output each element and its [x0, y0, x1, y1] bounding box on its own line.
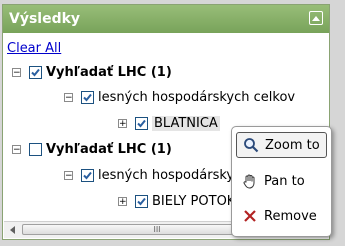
- pan-to-menu-item[interactable]: Pan to: [236, 168, 327, 194]
- checkbox-node-2-child[interactable]: [81, 168, 94, 182]
- clear-all-link[interactable]: Clear All: [7, 41, 61, 56]
- collapse-minus-icon[interactable]: −: [12, 144, 21, 154]
- remove-menu-item[interactable]: Remove: [236, 203, 327, 229]
- tree-leaf-2-label[interactable]: BIELY POTOK: [152, 194, 235, 209]
- scroll-left-icon[interactable]: [10, 226, 15, 234]
- remove-label: Remove: [264, 208, 317, 224]
- zoom-to-label: Zoom to: [265, 137, 320, 153]
- collapse-minus-icon[interactable]: −: [64, 92, 73, 102]
- checkbox-leaf-1[interactable]: [135, 116, 148, 130]
- pan-to-label: Pan to: [264, 173, 305, 189]
- checkbox-node-1[interactable]: [29, 65, 42, 79]
- checkbox-leaf-2[interactable]: [135, 194, 148, 208]
- magnifier-icon: [242, 136, 260, 154]
- checkbox-node-1-child[interactable]: [81, 90, 94, 104]
- expand-plus-icon[interactable]: +: [118, 196, 127, 206]
- checkbox-node-2[interactable]: [29, 142, 42, 156]
- tree-leaf-2: + BIELY POTOK: [118, 191, 235, 211]
- hand-icon: [241, 172, 259, 190]
- tree-node-1-label[interactable]: Vyhľadať LHC (1): [46, 65, 172, 80]
- panel-header[interactable]: Výsledky: [3, 5, 329, 33]
- panel-title: Výsledky: [9, 11, 81, 27]
- context-menu: Zoom to Pan to Remove: [231, 126, 332, 237]
- scrollbar-grip: III: [153, 225, 161, 234]
- collapse-up-icon[interactable]: [309, 11, 323, 25]
- tree-leaf-1: + BLATNICA: [118, 113, 220, 133]
- tree-node-2-label[interactable]: Vyhľadať LHC (1): [46, 142, 172, 157]
- remove-x-icon: [241, 207, 259, 225]
- zoom-to-menu-item[interactable]: Zoom to: [236, 132, 327, 158]
- tree-leaf-1-label[interactable]: BLATNICA: [152, 115, 220, 131]
- expand-plus-icon[interactable]: +: [118, 118, 127, 128]
- tree-node-1-child-label[interactable]: lesných hospodárskych celkov: [98, 90, 295, 105]
- tree-node-1-child: − lesných hospodárskych celkov: [64, 87, 295, 107]
- tree-node-2: − Vyhľadať LHC (1): [12, 139, 172, 159]
- collapse-minus-icon[interactable]: −: [64, 170, 73, 180]
- collapse-minus-icon[interactable]: −: [12, 67, 21, 77]
- tree-node-1: − Vyhľadať LHC (1): [12, 62, 172, 82]
